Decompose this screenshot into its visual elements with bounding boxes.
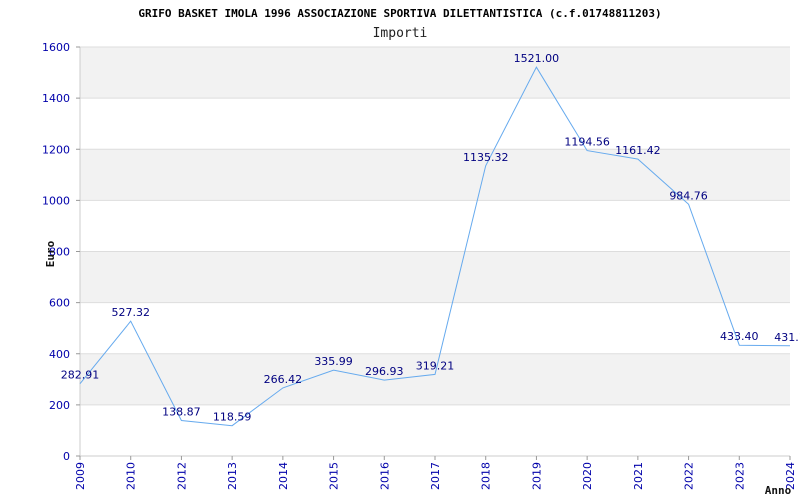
line-chart: GRIFO BASKET IMOLA 1996 ASSOCIAZIONE SPO…: [42, 7, 800, 497]
data-label: 433.40: [720, 330, 759, 343]
chart-title: GRIFO BASKET IMOLA 1996 ASSOCIAZIONE SPO…: [138, 7, 661, 20]
chart-subtitle: Importi: [373, 26, 428, 41]
y-tick-label: 1200: [42, 143, 70, 156]
data-label: 282.91: [61, 369, 100, 382]
y-tick-label: 0: [63, 450, 70, 463]
x-tick-label: 2022: [683, 462, 696, 490]
data-label: 319.21: [416, 359, 455, 372]
y-tick-label: 1600: [42, 41, 70, 54]
data-label: 1521.00: [514, 52, 560, 65]
x-tick-label: 2018: [480, 462, 493, 490]
plot-band: [80, 251, 790, 303]
plot-band: [80, 47, 790, 99]
y-tick-label: 600: [49, 297, 70, 310]
data-label: 1161.42: [615, 144, 661, 157]
x-tick-label: 2023: [733, 462, 746, 490]
data-label: 335.99: [314, 355, 353, 368]
data-label: 138.87: [162, 406, 201, 419]
data-label: 984.76: [669, 189, 708, 202]
data-label: 431.1: [774, 331, 800, 344]
x-tick-label: 2020: [581, 462, 594, 490]
x-tick-label: 2019: [530, 462, 543, 490]
x-tick-label: 2017: [429, 462, 442, 490]
plot-band: [80, 302, 790, 354]
data-label: 118.59: [213, 411, 252, 424]
y-tick-label: 1400: [42, 92, 70, 105]
data-label: 1135.32: [463, 151, 509, 164]
x-tick-label: 2021: [632, 462, 645, 490]
y-tick-label: 1000: [42, 194, 70, 207]
y-axis-label: Euro: [44, 240, 57, 267]
x-tick-label: 2014: [277, 462, 290, 490]
plot-band: [80, 200, 790, 252]
x-tick-label: 2013: [226, 462, 239, 490]
x-tick-label: 2016: [378, 462, 391, 490]
x-tick-label: 2012: [175, 462, 188, 490]
data-label: 1194.56: [564, 136, 610, 149]
plot-band: [80, 98, 790, 150]
x-axis-label: Anno: [765, 484, 792, 497]
x-tick-label: 2010: [125, 462, 138, 490]
data-label: 296.93: [365, 365, 404, 378]
x-tick-label: 2015: [328, 462, 341, 490]
data-label: 266.42: [264, 373, 303, 386]
y-tick-label: 400: [49, 348, 70, 361]
x-tick-label: 2009: [74, 462, 87, 490]
data-label: 527.32: [111, 306, 150, 319]
y-tick-label: 200: [49, 399, 70, 412]
x-axis-ticks: 2009 2010 2012 2013 2014 2015 2016 2017 2018 2019…: [74, 456, 797, 490]
